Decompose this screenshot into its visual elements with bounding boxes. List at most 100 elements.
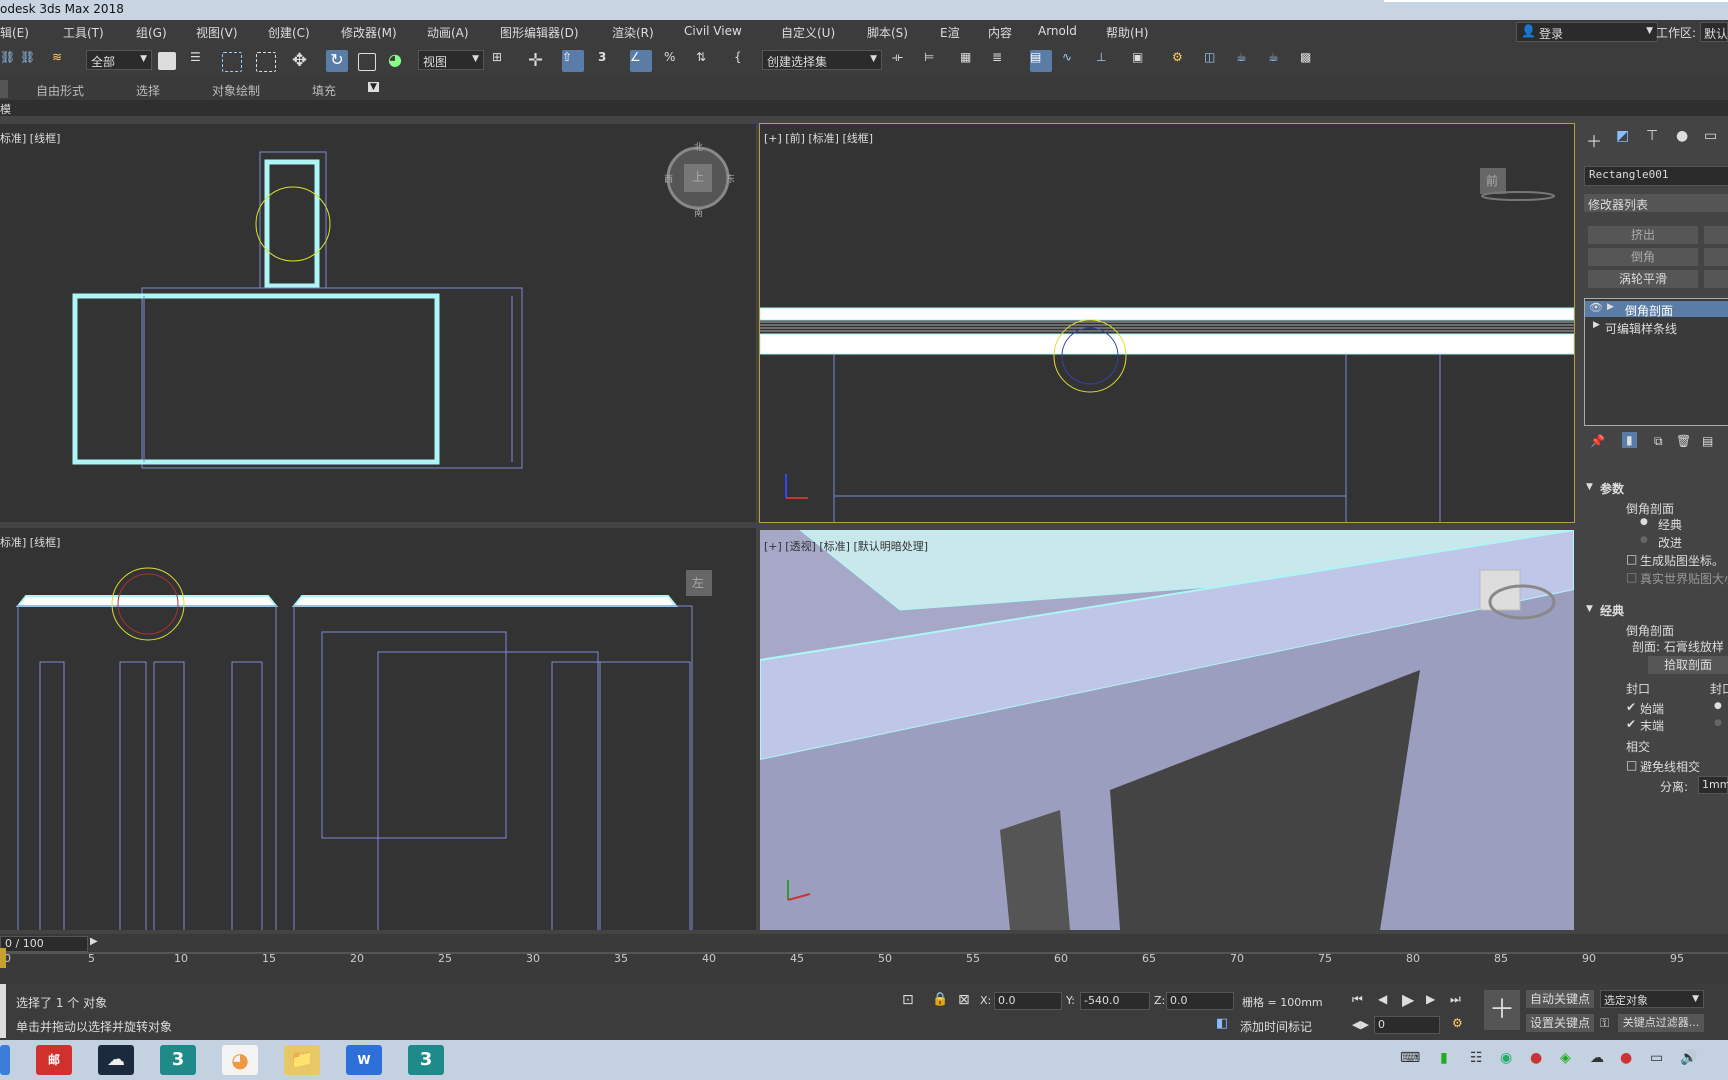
add-time-tag[interactable]: 添加时间标记 [1240,1018,1312,1035]
render-grid-icon[interactable]: ▩ [1300,50,1322,72]
curve-editor-icon[interactable]: ∿ [1062,50,1084,72]
chevron-right-icon[interactable]: ▶ [1593,320,1600,330]
spinner-snap-icon[interactable]: ⇅ [696,50,718,72]
selected-object-dropdown[interactable]: 选定对象 ▼ [1600,990,1704,1008]
move-icon[interactable]: ✥ [292,50,314,72]
rollout-collapse-icon[interactable]: ▼ [1586,604,1593,614]
viewport-left[interactable]: 标准] [线框] 左 [0,528,756,930]
mail-app-icon[interactable]: 邮 [36,1045,72,1075]
tray-security-icon[interactable]: ◈ [1560,1050,1571,1066]
menu-scripting[interactable]: 脚本(S) [867,24,908,41]
display-tab-icon[interactable]: ▭ [1704,128,1717,144]
menu-tools[interactable]: 工具(T) [63,24,104,41]
ribbon-tab-freeform[interactable]: 自由形式 [36,82,84,99]
render-setup-icon[interactable]: ⚙ [1172,50,1194,72]
next-frame-arrow-icon[interactable]: ▶ [90,936,98,947]
next-frame-icon[interactable]: ▶ [1426,992,1435,1006]
menu-views[interactable]: 视图(V) [196,24,238,41]
create-tab-icon[interactable]: ＋ [1586,128,1602,152]
modifier-list-dropdown[interactable]: 修改器列表 [1584,194,1728,212]
object-name-field[interactable]: Rectangle001 [1584,166,1728,186]
menu-arnold[interactable]: Arnold [1038,24,1077,38]
extrude-button[interactable]: 挤出 [1588,226,1698,244]
classic-rollout-title[interactable]: 经典 [1600,602,1624,619]
angle-snap-icon[interactable]: ∠ [630,50,652,72]
layers-icon[interactable]: ≣ [992,50,1014,72]
tray-battery-icon[interactable]: ▮ [1440,1050,1448,1066]
wps-app-icon[interactable]: W [346,1045,382,1075]
radio-classic[interactable]: ● [1640,517,1648,527]
params-rollout-title[interactable]: 参数 [1600,480,1624,497]
isolate-selection-icon[interactable]: ⊡ [902,992,914,1008]
cap-type-radio-2[interactable]: ● [1714,718,1722,728]
viewport-perspective-label[interactable]: [+] [透视] [标准] [默认明暗处理] [764,538,928,554]
place-icon[interactable]: ◕ [388,50,410,72]
modifier-slot-button[interactable] [1704,226,1728,244]
rollout-collapse-icon[interactable]: ▼ [1586,482,1593,492]
stack-item-editable-spline[interactable]: ▶ 可编辑样条线 [1585,319,1728,336]
stack-item-bevel-profile[interactable]: 👁 ▶ 倒角剖面 [1585,301,1728,318]
link-icon[interactable]: ⛓ [0,50,22,72]
lock-selection-icon[interactable]: 🔒 [932,992,948,1007]
menu-edit[interactable]: 辑(E) [0,24,29,41]
modifier-slot-button-3[interactable] [1704,270,1728,288]
pin-stack-icon[interactable]: 📌 [1590,434,1605,448]
keyboard-shortcut-icon[interactable]: ⇧ [562,50,584,72]
unlink-icon[interactable]: ⛓ [20,50,42,72]
turbosmooth-button[interactable]: 涡轮平滑 [1588,270,1698,288]
menu-graph-editors[interactable]: 图形编辑器(D) [500,24,579,41]
tray-display-icon[interactable]: ▭ [1650,1050,1663,1066]
show-end-result-icon[interactable]: ▮ [1622,432,1637,448]
key-filters-button[interactable]: 关键点过滤器... [1618,1014,1704,1032]
ribbon-toggle-icon[interactable]: ▤ [1030,50,1052,72]
goto-start-icon[interactable]: ⏮ [1352,992,1363,1007]
menu-civil-view[interactable]: Civil View [684,24,742,38]
render-iterative-icon[interactable]: ☕ [1268,50,1290,72]
time-marker[interactable] [0,948,6,968]
tray-sound-icon[interactable]: 🔊 [1680,1050,1697,1066]
menu-content[interactable]: 内容 [988,24,1012,41]
ribbon-tab-modeling[interactable] [0,80,8,98]
layer-explorer-icon[interactable]: ▦ [960,50,982,72]
goto-end-icon[interactable]: ⏭ [1450,992,1461,1007]
avoid-intersect-checkbox[interactable]: □ [1626,758,1637,772]
absolute-mode-icon[interactable]: ⊠ [958,992,970,1008]
snap-3d-icon[interactable]: 3 [598,50,620,72]
render-production-icon[interactable]: ☕ [1236,50,1258,72]
cap-end-checkbox[interactable]: ✔ [1626,717,1636,731]
tray-cloud-icon[interactable]: ☁ [1590,1050,1604,1066]
3dsmax-app-icon-2[interactable]: 3 [408,1045,444,1075]
rect-selection-icon[interactable] [222,52,242,72]
z-coord-input[interactable]: 0.0 [1166,992,1234,1010]
tray-record-icon[interactable]: ● [1530,1050,1542,1066]
play-icon[interactable]: ▶ [1402,990,1414,1009]
current-frame-input[interactable]: 0 [1374,1016,1440,1034]
modify-tab-icon[interactable]: ◩ [1616,128,1629,144]
file-explorer-icon[interactable]: 📁 [284,1045,320,1075]
viewport-perspective[interactable]: [+] [透视] [标准] [默认明暗处理] [760,530,1574,930]
cap-type-radio[interactable]: ● [1714,701,1722,711]
rotate-icon[interactable]: ↻ [326,50,348,72]
tray-keyboard-icon[interactable]: ⌨ [1400,1050,1420,1066]
login-dropdown[interactable]: 👤 登录 ▼ [1516,22,1658,42]
ref-coord-dropdown[interactable]: 视图 ▼ [418,50,484,70]
modifier-slot-button-2[interactable] [1704,248,1728,266]
menu-help[interactable]: 帮助(H) [1106,24,1148,41]
timeline-track[interactable] [0,952,1728,954]
select-by-name-icon[interactable]: ☰ [190,50,212,72]
gen-mapping-checkbox[interactable]: □ [1626,552,1637,566]
bind-spacewarp-icon[interactable]: ≋ [52,50,74,72]
browser-app-icon[interactable]: ◕ [222,1045,258,1075]
bevel-button[interactable]: 倒角 [1588,248,1698,266]
schematic-view-icon[interactable]: ⊥ [1096,50,1118,72]
menu-customize[interactable]: 自定义(U) [781,24,835,41]
cloud-app-icon[interactable]: ☁ [98,1045,134,1075]
ribbon-options-icon[interactable]: ▼ [368,82,379,92]
y-coord-input[interactable]: -540.0 [1080,992,1150,1010]
material-editor-icon[interactable]: ▣ [1132,50,1154,72]
start-button[interactable] [0,1045,10,1075]
tray-network-icon[interactable]: ☷ [1470,1050,1483,1066]
maxscript-listener[interactable] [0,984,6,1038]
percent-snap-icon[interactable]: % [664,50,686,72]
key-filter-icon[interactable]: ⚿ [1600,1016,1609,1031]
